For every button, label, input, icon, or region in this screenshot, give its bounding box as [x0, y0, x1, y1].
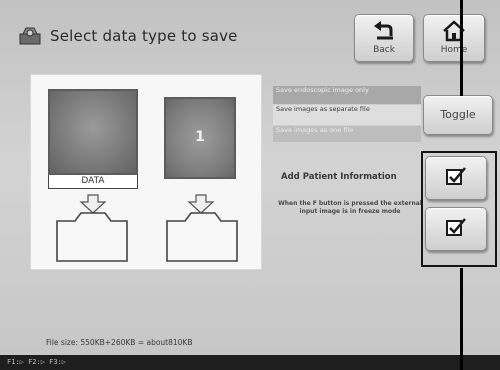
image-number: 1 — [195, 129, 205, 145]
home-button[interactable]: Home — [423, 14, 485, 62]
toggle-button[interactable]: Toggle — [423, 95, 493, 135]
back-button[interactable]: Back — [354, 14, 414, 62]
back-arrow-icon — [371, 20, 397, 46]
numbered-image-thumbnail: 1 — [164, 97, 236, 179]
file-size-readout: File size: 550KB+260KB = about810KB — [46, 338, 193, 347]
freeze-mode-note: When the F button is pressed the externa… — [278, 200, 422, 215]
back-button-label: Back — [373, 45, 395, 55]
save-data-screen: Select data type to save Back Home DATA … — [0, 0, 500, 370]
status-bar: F1:▷ F2:▷ F3:▷ — [0, 355, 500, 370]
callout-line-checkboxes — [460, 268, 463, 370]
data-image-label: DATA — [48, 175, 138, 189]
home-button-label: Home — [440, 45, 468, 55]
add-patient-info-checkbox[interactable] — [425, 156, 487, 200]
save-option-one-file[interactable]: Save images as one file — [273, 126, 421, 142]
camera-folder-icon — [17, 24, 43, 46]
preview-panel: DATA 1 — [30, 74, 262, 270]
folder-icon — [55, 211, 129, 267]
checkbox-checked-icon — [445, 166, 467, 190]
save-type-list: Save endoscopic image only Save images a… — [273, 86, 421, 146]
page-title: Select data type to save — [50, 27, 238, 45]
save-option-separate-file[interactable]: Save images as separate file — [273, 105, 421, 125]
checkbox-checked-icon — [445, 217, 467, 241]
freeze-mode-checkbox[interactable] — [425, 207, 487, 251]
save-option-endoscopic-only[interactable]: Save endoscopic image only — [273, 86, 421, 104]
data-image-thumbnail — [48, 89, 138, 175]
add-patient-info-label: Add Patient Information — [281, 172, 397, 182]
toggle-button-label: Toggle — [440, 108, 476, 121]
folder-icon — [165, 211, 239, 267]
callout-line-toggle — [460, 0, 463, 96]
